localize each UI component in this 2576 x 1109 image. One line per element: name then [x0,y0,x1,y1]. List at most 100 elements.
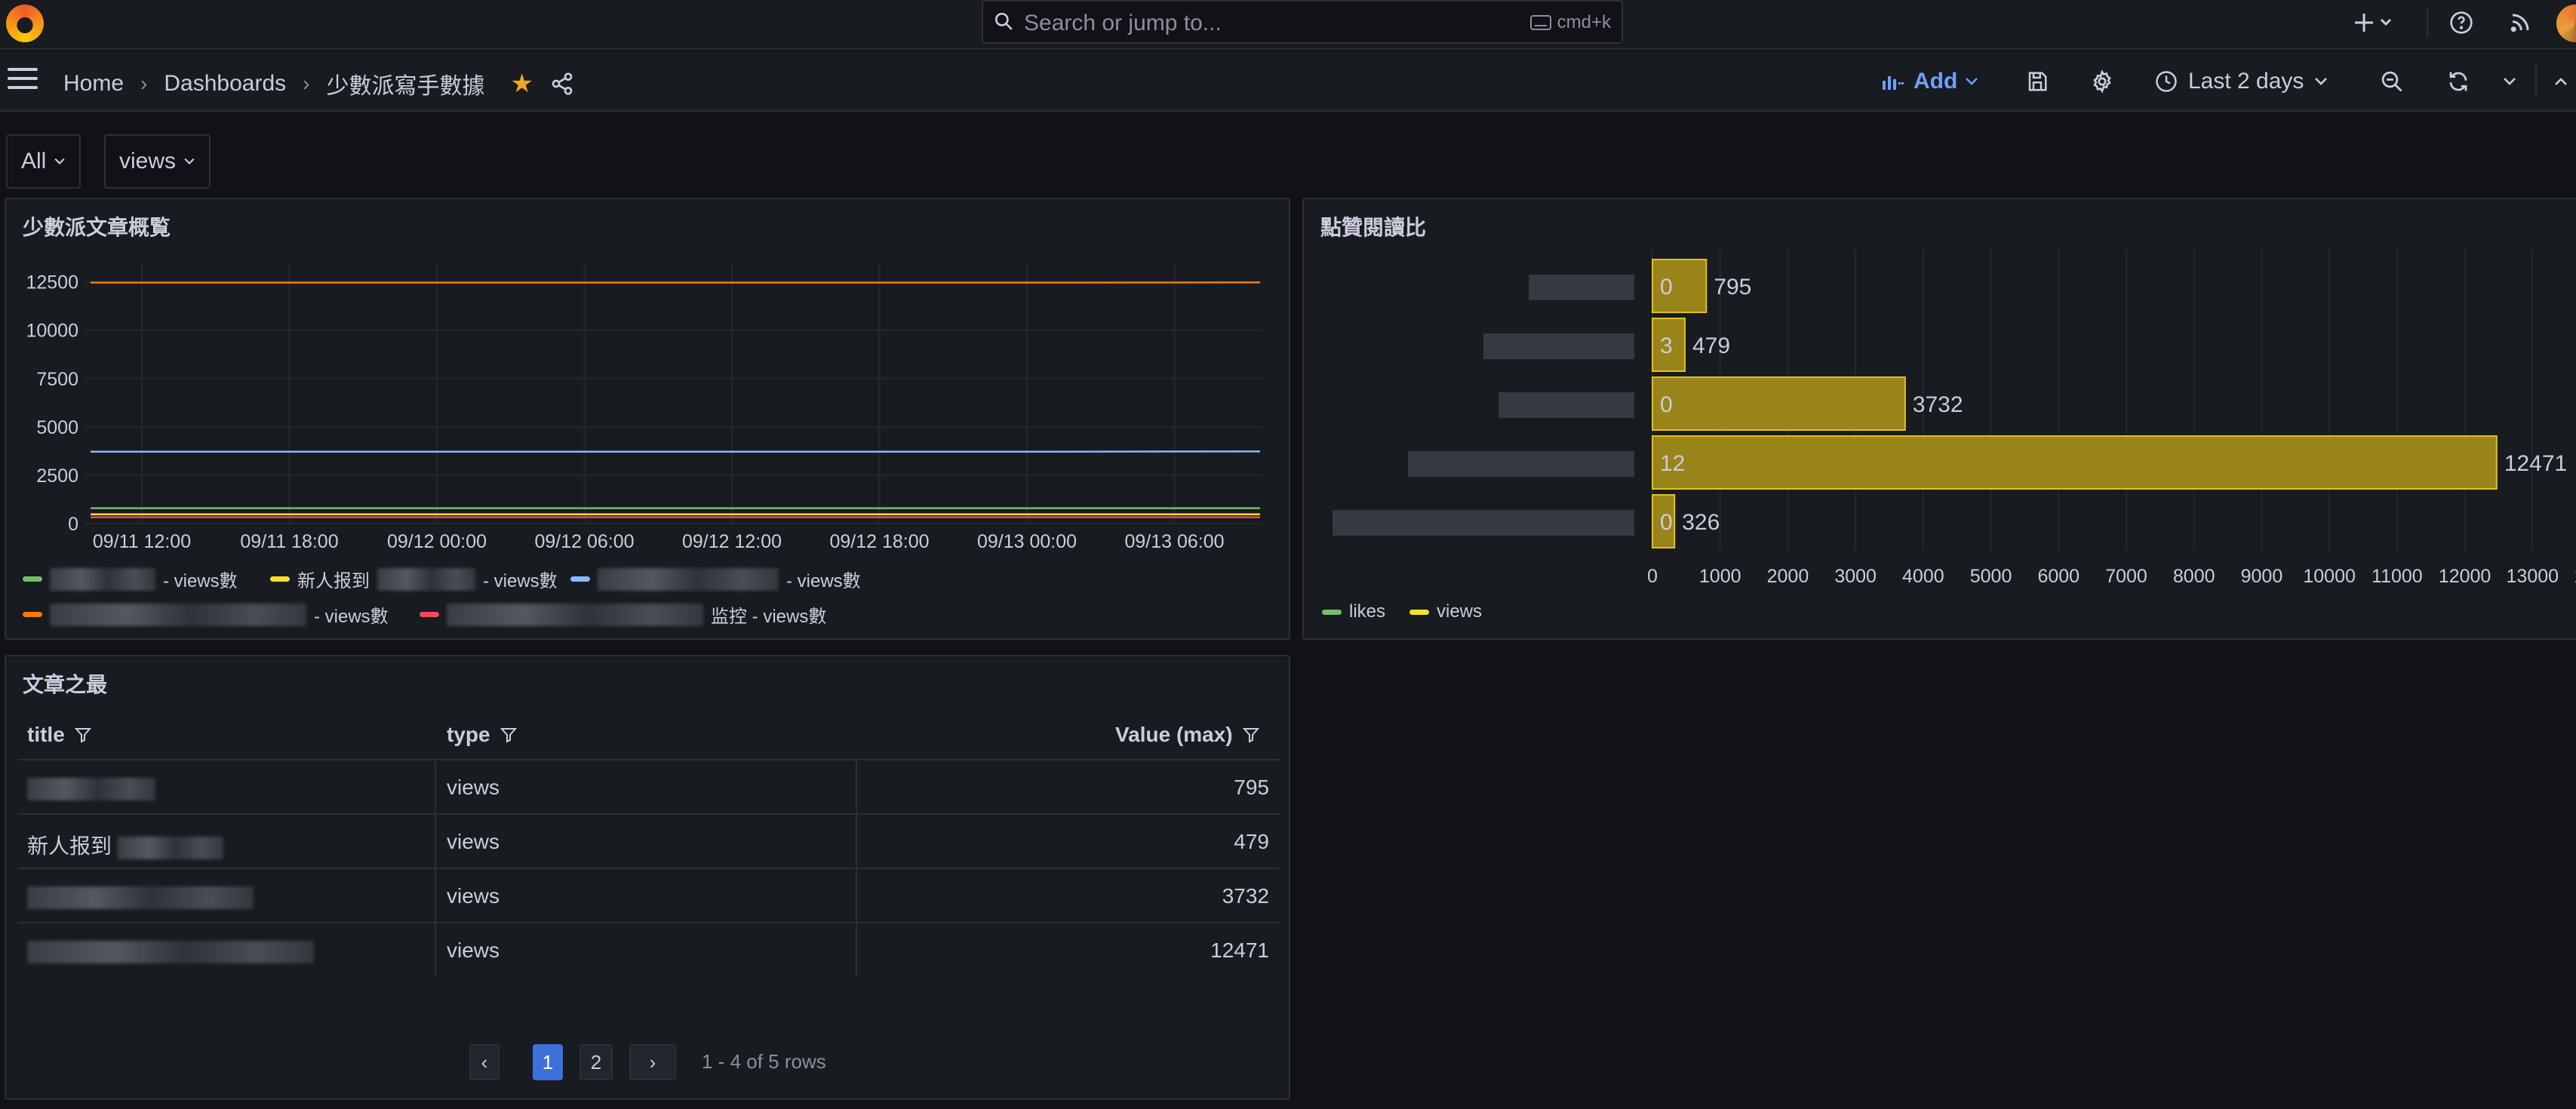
category-label-redacted [1529,275,1634,300]
cell-title [27,776,155,800]
bar-views-label: 795 [1714,275,1751,300]
filter-icon[interactable] [74,726,92,744]
cell-value: 12471 [1210,939,1269,962]
legend-label: - views數 [163,571,238,591]
legend-item[interactable]: likes [1322,601,1385,622]
cell-type: views [447,776,500,799]
add-button[interactable]: Add [1882,65,1978,98]
cell-title: 新人报到 [27,830,223,860]
bar-views [1652,435,2498,490]
x-tick-label: 09/12 00:00 [387,531,487,552]
legend-item[interactable]: 监控 - views數 [420,601,826,628]
table-row[interactable]: views 3732 [18,868,1280,922]
cell-type: views [447,830,500,853]
bar-chart: 0 1000 2000 3000 4000 5000 6000 7000 8000 9000 100… [1333,249,2576,587]
table-header-value[interactable]: Value (max) [1115,723,1260,747]
refresh-interval-chevron-icon[interactable] [2495,66,2525,97]
bar-likes-label: 12 [1660,451,1685,476]
y-tick-label: 10000 [26,321,78,342]
share-icon[interactable] [550,72,574,96]
y-tick-label: 0 [68,514,78,535]
time-range-picker[interactable]: Last 2 days [2155,65,2328,98]
bar-views-label: 12471 [2504,451,2567,476]
refresh-icon[interactable] [2443,66,2473,97]
line-chart: 0 2500 5000 7500 10000 12500 09/11 12:00 09/11 … [26,263,1262,552]
next-page-button[interactable]: › [629,1044,676,1080]
chevron-down-icon [184,158,195,165]
legend-item[interactable]: - views數 [570,566,861,592]
chevron-down-icon [1966,78,1978,85]
x-tick-label: 4000 [1902,566,1944,587]
page-button[interactable]: 2 [579,1044,613,1080]
category-label-redacted [1408,451,1634,477]
pagination-summary: 1 - 4 of 5 rows [702,1050,826,1073]
legend-item[interactable]: views [1409,601,1482,622]
page-button[interactable]: 1 [533,1044,563,1080]
new-plus-icon[interactable] [2353,8,2398,38]
help-icon[interactable] [2446,8,2476,38]
top-bar: Search or jump to... cmd+k [0,0,2576,50]
cell-value: 3732 [1222,884,1269,908]
cell-value: 795 [1234,776,1269,799]
x-tick-label: 09/11 12:00 [93,531,191,552]
category-label-redacted [1483,333,1634,359]
grafana-logo-icon[interactable] [6,5,44,42]
menu-toggle-icon[interactable] [8,68,38,95]
legend-label: likes [1349,601,1386,622]
x-tick-label: 8000 [2173,566,2215,587]
bar-views [1652,376,1906,431]
breadcrumb-home[interactable]: Home [63,71,124,97]
bar-views-label: 3732 [1913,392,1963,417]
x-tick-label: 10000 [2303,566,2356,587]
add-button-label: Add [1914,69,1958,94]
user-avatar[interactable] [2556,5,2576,42]
collapse-chevron-up-icon[interactable] [2546,66,2576,97]
clock-icon [2156,71,2177,92]
legend-item[interactable]: - views數 [23,566,238,592]
variable-value: views [119,149,177,174]
save-dashboard-icon[interactable] [2022,66,2052,97]
filter-icon[interactable] [500,726,518,744]
legend-item[interactable]: 新人报到 - views數 [270,566,558,592]
rss-news-icon[interactable] [2505,8,2535,38]
table-row[interactable]: views 12471 [18,922,1280,976]
cell-type: views [447,884,500,908]
x-tick-label: 11000 [2372,566,2423,587]
filter-icon[interactable] [1242,726,1260,744]
header-label: type [447,723,490,746]
x-tick-label: 0 [1647,566,1658,587]
header-label: title [27,723,65,746]
cell-title [27,884,254,909]
breadcrumb: Home › Dashboards › 少數派寫手數據 ★ [63,67,574,100]
table-header-title[interactable]: title [27,723,92,747]
table-header-type[interactable]: type [447,723,518,747]
x-tick-label: 9000 [2241,566,2283,587]
y-tick-label: 12500 [26,272,78,293]
table-row[interactable]: views 795 [18,759,1280,813]
divider [2535,65,2537,98]
variable-select-metric[interactable]: views [104,134,211,189]
breadcrumb-dashboards[interactable]: Dashboards [164,71,286,97]
legend-item[interactable]: - views數 [23,601,389,628]
legend-label: 监控 - views數 [711,607,827,627]
x-tick-label: 09/12 12:00 [682,531,782,552]
chevron-right-icon: › [140,72,148,95]
column-divider [435,759,436,976]
zoom-out-icon[interactable] [2377,66,2407,97]
x-tick-label: 09/13 06:00 [1124,531,1224,552]
variable-select-all[interactable]: All [6,134,81,189]
bar-likes-label: 3 [1660,333,1673,358]
prev-page-button[interactable]: ‹ [469,1044,500,1080]
favorite-star-icon[interactable]: ★ [510,69,533,99]
search-placeholder: Search or jump to... [1024,11,1222,35]
x-tick-label: 2000 [1767,566,1809,587]
settings-gear-icon[interactable] [2087,66,2117,97]
x-tick-label: 09/13 00:00 [977,531,1077,552]
search-bar[interactable]: Search or jump to... cmd+k [982,0,1623,44]
x-tick-label: 09/11 18:00 [240,531,338,552]
x-tick-label: 6000 [2037,566,2080,587]
bar-likes-label: 0 [1660,275,1673,300]
dashboard-nav-bar: Home › Dashboards › 少數派寫手數據 ★ Add Last 2… [0,51,2576,112]
table-row[interactable]: 新人报到 views 479 [18,813,1280,868]
x-tick-label: 09/12 18:00 [829,531,929,552]
